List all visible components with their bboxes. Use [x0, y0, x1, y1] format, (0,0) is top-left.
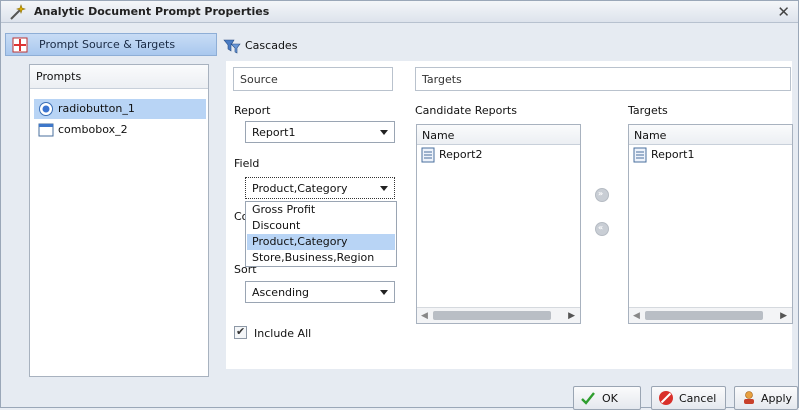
prompt-item-radiobutton[interactable]: radiobutton_1 — [34, 99, 206, 119]
double-chevron-right-icon: » — [598, 189, 604, 198]
dropdown-option-highlighted[interactable]: Product,Category — [247, 234, 395, 250]
column-name-header[interactable]: Name — [634, 129, 666, 142]
targets-label: Targets — [628, 104, 668, 117]
field-label: Field — [234, 157, 260, 170]
ok-button[interactable]: OK — [573, 386, 641, 410]
wizard-icon — [10, 4, 26, 20]
prompt-source-icon — [12, 37, 28, 53]
table-row[interactable]: Report1 — [629, 146, 792, 164]
horizontal-scrollbar[interactable]: ◀ ▶ — [417, 307, 580, 323]
move-left-button[interactable]: « — [595, 222, 609, 236]
radio-button-icon — [39, 102, 53, 116]
prompt-item-label: radiobutton_1 — [58, 102, 135, 115]
dropdown-option[interactable]: Store,Business,Region — [247, 250, 395, 266]
report-select-value: Report1 — [252, 126, 296, 139]
checkmark-icon: ✔ — [236, 325, 246, 338]
prompt-item-combobox[interactable]: combobox_2 — [34, 120, 206, 140]
field-select[interactable]: Product,Category — [245, 177, 395, 199]
chevron-down-icon[interactable] — [374, 178, 394, 198]
cascade-funnel-icon — [223, 39, 241, 54]
prompts-header: Prompts — [30, 65, 208, 89]
horizontal-scrollbar[interactable]: ◀ ▶ — [629, 307, 792, 323]
close-icon[interactable]: ✕ — [777, 3, 790, 21]
tab-prompt-source-targets[interactable]: Prompt Source & Targets — [5, 33, 217, 56]
ok-label: OK — [602, 392, 618, 405]
candidate-reports-grid: Name Report2 ◀ ▶ — [416, 124, 581, 324]
dropdown-option[interactable]: Gross Profit — [247, 202, 395, 218]
field-dropdown-list: Gross Profit Discount Product,Category S… — [245, 201, 397, 267]
scroll-right-icon[interactable]: ▶ — [568, 311, 575, 321]
cascades-tab-label: Cascades — [245, 39, 298, 52]
double-chevron-left-icon: « — [598, 223, 604, 232]
report-document-icon — [421, 147, 435, 163]
dropdown-option[interactable]: Discount — [247, 218, 395, 234]
include-all-label: Include All — [254, 327, 312, 340]
report-name: Report1 — [651, 148, 695, 161]
dialog-title: Analytic Document Prompt Properties — [34, 5, 270, 18]
report-label: Report — [234, 104, 271, 117]
scroll-thumb[interactable] — [433, 311, 551, 320]
targets-section-header: Targets — [415, 67, 791, 91]
include-all-checkbox[interactable]: ✔ — [234, 325, 247, 339]
sort-select[interactable]: Ascending — [245, 281, 395, 303]
move-right-button[interactable]: » — [595, 188, 609, 202]
chevron-down-icon[interactable] — [374, 282, 394, 302]
scroll-left-icon[interactable]: ◀ — [633, 311, 640, 321]
title-bar[interactable]: Analytic Document Prompt Properties ✕ — [1, 1, 798, 23]
column-name-header[interactable]: Name — [422, 129, 454, 142]
candidate-reports-label: Candidate Reports — [415, 104, 517, 117]
sort-select-value: Ascending — [252, 286, 310, 299]
source-section-header: Source — [233, 67, 393, 91]
scroll-thumb[interactable] — [645, 311, 763, 320]
prompts-header-label: Prompts — [36, 70, 82, 83]
cancel-icon — [659, 391, 673, 405]
prompt-properties-dialog: Analytic Document Prompt Properties ✕ Pr… — [0, 0, 799, 410]
apply-user-icon — [744, 391, 754, 404]
report-name: Report2 — [439, 148, 483, 161]
table-row[interactable]: Report2 — [417, 146, 580, 164]
combobox-icon — [38, 123, 54, 137]
chevron-down-icon[interactable] — [374, 122, 394, 142]
scroll-right-icon[interactable]: ▶ — [780, 311, 787, 321]
cancel-button[interactable]: Cancel — [651, 386, 726, 410]
source-header-label: Source — [240, 73, 278, 86]
prompts-list: Prompts radiobutton_1 combobox_2 — [29, 64, 209, 377]
report-select[interactable]: Report1 — [245, 121, 395, 143]
grid-header: Name — [417, 125, 580, 145]
prompt-item-label: combobox_2 — [58, 123, 128, 136]
cancel-label: Cancel — [679, 392, 717, 405]
apply-label: Apply — [761, 392, 793, 405]
targets-grid: Name Report1 ◀ ▶ — [628, 124, 793, 324]
apply-button[interactable]: Apply — [734, 386, 798, 410]
targets-header-label: Targets — [422, 73, 462, 86]
grid-header: Name — [629, 125, 792, 145]
tab-label: Prompt Source & Targets — [39, 38, 176, 51]
scroll-left-icon[interactable]: ◀ — [421, 311, 428, 321]
field-select-value: Product,Category — [252, 182, 348, 195]
report-document-icon — [633, 147, 647, 163]
checkmark-icon — [581, 392, 595, 405]
